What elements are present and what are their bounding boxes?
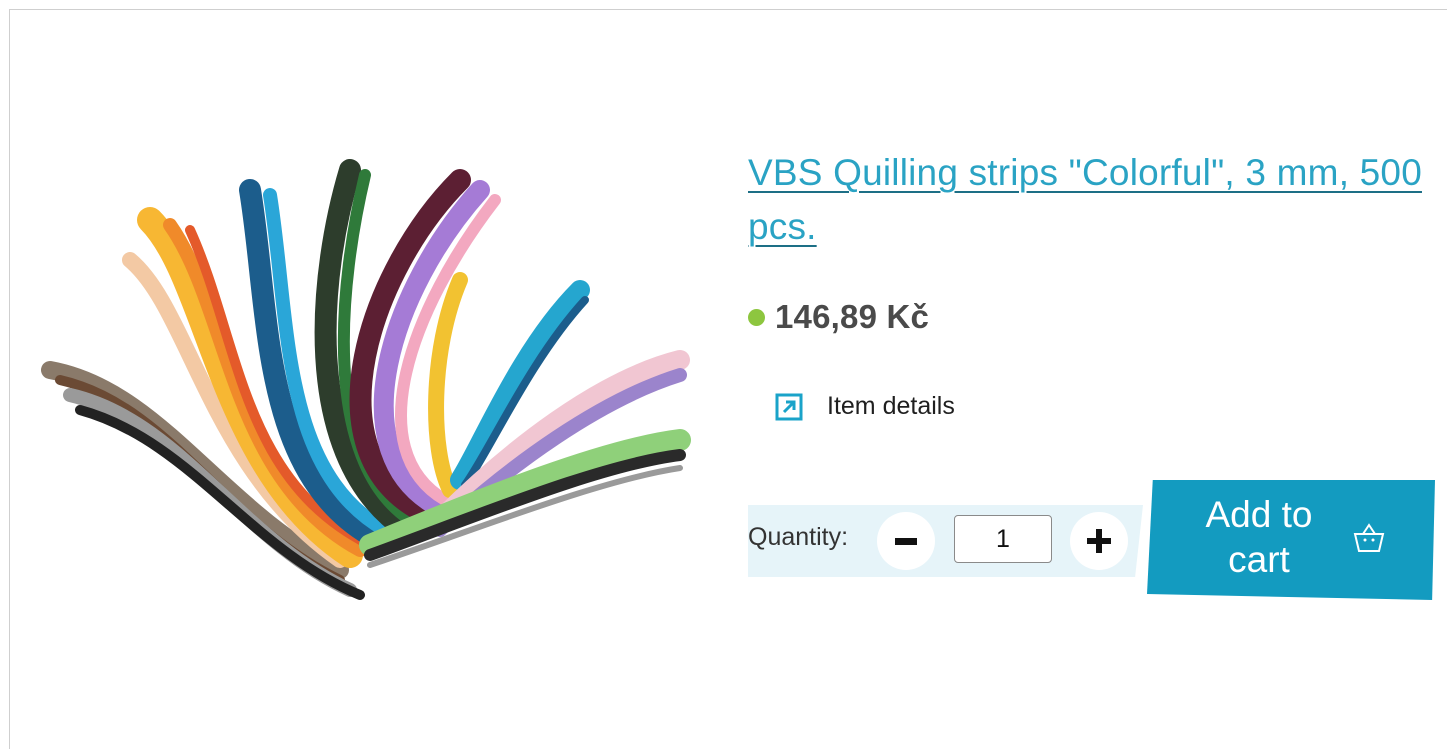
external-link-icon <box>775 393 803 420</box>
item-details-link[interactable]: Item details <box>775 392 955 421</box>
price-row: 146,89 Kč <box>748 298 929 336</box>
item-details-label: Item details <box>827 392 955 420</box>
product-image[interactable] <box>40 150 700 610</box>
plus-icon <box>1087 529 1111 553</box>
product-title-link[interactable]: VBS Quilling strips "Colorful", 3 mm, 50… <box>748 146 1438 254</box>
quantity-label: Quantity: <box>748 523 849 551</box>
basket-icon <box>1353 523 1385 552</box>
minus-icon <box>895 537 917 545</box>
availability-dot-icon <box>748 308 765 326</box>
increase-quantity-button[interactable] <box>1070 512 1128 570</box>
add-to-cart-label: Add to cart <box>1205 494 1313 580</box>
product-price: 146,89 Kč <box>775 298 930 335</box>
add-to-cart-button[interactable]: Add to cart <box>1147 480 1435 600</box>
decrease-quantity-button[interactable] <box>877 512 935 570</box>
quilling-strips-illustration <box>41 159 691 600</box>
quantity-input[interactable] <box>954 515 1052 563</box>
